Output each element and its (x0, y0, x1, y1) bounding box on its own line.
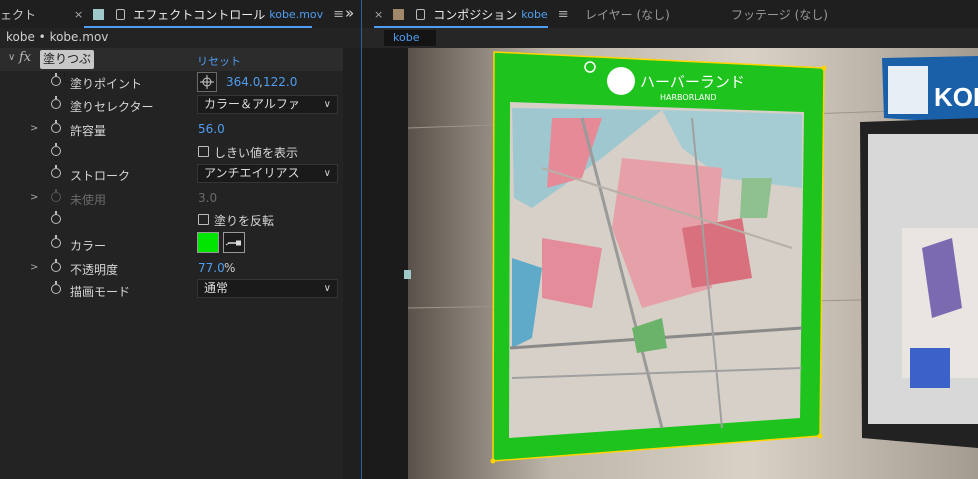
property-invert-fill: 塗りを反転 (0, 209, 361, 232)
crosshair-icon[interactable] (197, 72, 217, 92)
color-swatch[interactable] (197, 232, 219, 253)
panel-color-label-icon (393, 8, 405, 20)
right-sign-text: KOBE (934, 82, 978, 112)
tab-subtitle: kobe (521, 7, 548, 21)
fill-point-x[interactable]: 364.0 (226, 75, 260, 89)
invert-fill-checkbox[interactable] (198, 214, 209, 225)
opacity-label: 不透明度 (70, 263, 119, 277)
composition-viewer[interactable]: KOBE (362, 48, 978, 479)
property-opacity: > 不透明度 77.0 % (0, 257, 361, 280)
tab-subtitle: kobe.mov (269, 7, 324, 21)
sign-title-jp: ハーバーランド (640, 73, 745, 91)
reset-link[interactable]: リセット (197, 53, 241, 69)
tab-previous-effects[interactable]: ェクト (0, 0, 36, 28)
tab-layer[interactable]: レイヤー (なし) (585, 0, 670, 28)
lock-icon[interactable] (416, 8, 426, 20)
tab-composition[interactable]: × コンポジション kobe ≡ (374, 0, 569, 28)
breadcrumb: kobe • kobe.mov (6, 30, 109, 44)
stopwatch-icon[interactable] (51, 211, 61, 224)
tolerance-value[interactable]: 56.0 (198, 122, 225, 136)
property-color: カラー (0, 232, 361, 255)
sign-title-en: HARBORLAND (660, 93, 717, 102)
stopwatch-icon[interactable] (51, 143, 61, 156)
show-threshold-checkbox[interactable] (198, 146, 209, 157)
property-blend-mode: 描画モード 通常 ∨ (0, 279, 361, 302)
blend-mode-value: 通常 (204, 281, 229, 295)
property-show-threshold: しきい値を表示 (0, 141, 361, 164)
opacity-value[interactable]: 77.0 (198, 261, 225, 275)
tab-footage[interactable]: フッテージ (なし) (731, 0, 828, 28)
lock-icon[interactable] (116, 8, 126, 20)
property-stroke: ストローク アンチエイリアス ∨ (0, 163, 361, 186)
property-fill-selector: 塗りセレクター カラー＆アルファ ∨ (0, 94, 361, 117)
unused-value: 3.0 (198, 191, 218, 205)
effect-name[interactable]: 塗りつぶし (40, 50, 94, 85)
active-tab-underline (84, 26, 312, 28)
expand-twirl-icon[interactable]: > (30, 123, 38, 134)
expand-twirl-icon[interactable]: > (30, 192, 38, 203)
chevron-down-icon[interactable]: ∨ (8, 52, 15, 63)
close-tab-icon[interactable]: × (74, 8, 83, 21)
stroke-label: ストローク (70, 169, 131, 183)
tolerance-label: 許容量 (70, 124, 107, 138)
chevron-down-icon: ∨ (323, 168, 331, 179)
unused-label: 未使用 (70, 193, 107, 207)
fill-point-y[interactable]: 122.0 (263, 75, 297, 89)
property-fill-point: 塗りポイント 364.0 , 122.0 (0, 71, 361, 94)
fill-point-label: 塗りポイント (70, 77, 143, 91)
fx-icon[interactable]: fx (19, 50, 31, 65)
viewer-canvas: KOBE (404, 48, 978, 479)
tab-title: エフェクトコントロール (133, 7, 266, 22)
tab-title: コンポジション (433, 7, 518, 22)
stopwatch-icon[interactable] (51, 235, 61, 248)
comp-chip[interactable]: kobe (384, 30, 436, 46)
stopwatch-icon[interactable] (51, 281, 61, 294)
fill-selector-dropdown[interactable]: カラー＆アルファ ∨ (197, 95, 338, 114)
opacity-unit: % (224, 261, 236, 275)
tab-previous-label: ェクト (0, 7, 37, 22)
stroke-value: アンチエイリアス (204, 166, 300, 180)
stopwatch-icon (51, 189, 61, 202)
collapse-panels-icon[interactable]: » (345, 4, 354, 22)
invert-fill-label: 塗りを反転 (214, 214, 275, 228)
composition-panel: × コンポジション kobe ≡ レイヤー (なし) フッテージ (なし) ko… (362, 0, 978, 479)
eyedropper-icon[interactable] (223, 232, 245, 253)
effect-controls-tabbar: ェクト × エフェクトコントロール kobe.mov ≡ » (0, 0, 361, 28)
effect-header-row[interactable]: ∨ fx 塗りつぶし リセット (0, 48, 343, 85)
close-tab-icon[interactable]: × (374, 8, 383, 21)
stopwatch-icon[interactable] (51, 73, 61, 86)
color-label: カラー (70, 239, 107, 253)
comp-navigator-bar: kobe (362, 28, 978, 48)
stopwatch-icon[interactable] (51, 165, 61, 178)
panel-menu-icon[interactable]: ≡ (333, 7, 344, 22)
show-threshold-label: しきい値を表示 (214, 146, 299, 160)
tab-effect-controls[interactable]: × エフェクトコントロール kobe.mov ≡ (74, 0, 344, 28)
property-tolerance: > 許容量 56.0 (0, 118, 361, 141)
stopwatch-icon[interactable] (51, 259, 61, 272)
stopwatch-icon[interactable] (51, 120, 61, 133)
effect-controls-panel: ェクト × エフェクトコントロール kobe.mov ≡ » kobe • ko… (0, 0, 361, 479)
expand-twirl-icon[interactable]: > (30, 262, 38, 273)
panel-color-label-icon (93, 8, 105, 20)
stopwatch-icon[interactable] (51, 96, 61, 109)
property-unused: > 未使用 3.0 (0, 187, 361, 210)
blend-mode-dropdown[interactable]: 通常 ∨ (197, 279, 338, 298)
stroke-dropdown[interactable]: アンチエイリアス ∨ (197, 164, 338, 183)
panel-menu-icon[interactable]: ≡ (558, 7, 569, 22)
chevron-down-icon: ∨ (323, 283, 331, 294)
fill-selector-label: 塗りセレクター (70, 100, 154, 114)
blend-mode-label: 描画モード (70, 285, 131, 299)
chevron-down-icon: ∨ (323, 99, 331, 110)
composition-tabbar: × コンポジション kobe ≡ レイヤー (なし) フッテージ (なし) (362, 0, 978, 28)
fill-selector-value: カラー＆アルファ (204, 97, 300, 111)
